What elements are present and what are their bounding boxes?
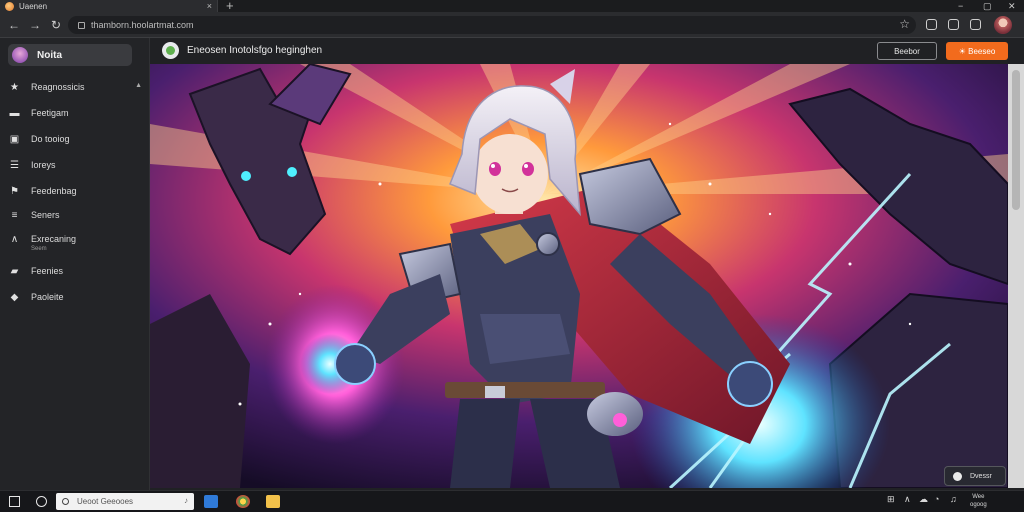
sidebar-item-1[interactable]: ★ Reagnossicis ▲ — [0, 76, 150, 98]
tab-close-icon[interactable]: × — [207, 0, 212, 12]
list-icon: ☰ — [10, 159, 19, 171]
scroll-thumb[interactable] — [1012, 70, 1020, 210]
close-window-button[interactable]: ✕ — [1008, 0, 1016, 12]
sidebar-item-label: Ioreys — [31, 160, 56, 170]
hero-illustration — [150, 64, 1008, 488]
sidebar-item-label: Reagnossicis — [31, 82, 85, 92]
site-logo-icon[interactable] — [162, 42, 179, 59]
sidebar-item-label: Paoleite — [31, 292, 64, 302]
url-field[interactable]: thamborn.hoolartmat.com ☆ — [68, 16, 916, 34]
sidebar-header[interactable]: Noita — [8, 44, 132, 66]
sidebar-item-9[interactable]: ◆ Paoleite — [0, 286, 150, 308]
sidebar-item-label: Seners — [31, 210, 60, 220]
search-icon — [62, 498, 69, 505]
start-button[interactable] — [9, 496, 20, 507]
folder-icon: ▬ — [9, 107, 20, 119]
task-view-icon[interactable] — [36, 496, 47, 507]
sidebar-item-8[interactable]: ▰ Feenies — [0, 260, 150, 282]
puzzle-icon[interactable] — [970, 19, 981, 30]
cast-icon[interactable] — [948, 19, 959, 30]
minimize-button[interactable]: − — [958, 0, 963, 12]
tray-chevron-icon[interactable]: ∧ — [904, 494, 911, 505]
sidebar-item-label: Do tooiog — [31, 134, 70, 144]
profile-avatar[interactable] — [994, 16, 1012, 34]
tab-favicon-icon — [5, 1, 14, 11]
page-title: Eneosen Inotolsfgo heginghen — [187, 45, 323, 56]
search-placeholder: Ueoot Geeooes — [77, 497, 134, 506]
sidebar: Noita ★ Reagnossicis ▲ ▬ Feetigam ▣ Do t… — [0, 38, 150, 490]
reload-button[interactable]: ↻ — [48, 17, 64, 33]
sidebar-item-5[interactable]: ⚑ Feedenbag — [0, 180, 150, 202]
sidebar-item-4[interactable]: ☰ Ioreys — [0, 154, 150, 176]
secondary-button[interactable]: Beebor — [877, 42, 937, 60]
chevron-up-icon: ∧ — [10, 233, 19, 245]
taskbar-folder-icon[interactable] — [266, 495, 280, 508]
extension-icon[interactable] — [926, 19, 937, 30]
sidebar-item-2[interactable]: ▬ Feetigam — [0, 102, 150, 124]
maximize-button[interactable]: ▢ — [983, 0, 992, 12]
sidebar-item-sublabel: Seem — [31, 246, 47, 252]
taskbar-browser-icon[interactable] — [236, 495, 250, 508]
url-text: thamborn.hoolartmat.com — [91, 20, 194, 30]
sidebar-avatar — [12, 47, 28, 63]
microphone-icon[interactable]: ♪ — [184, 496, 188, 505]
tray-wifi-icon[interactable]: ◔ — [934, 494, 939, 504]
clock-time: Wee — [972, 494, 985, 500]
sidebar-item-label: Feetigam — [31, 108, 69, 118]
tab-title: Uaenen — [19, 1, 48, 11]
forward-button[interactable]: → — [27, 17, 43, 33]
sidebar-item-7[interactable]: ∧ Exrecaning Seem — [0, 228, 150, 253]
page-header: Eneosen Inotolsfgo heginghen Beebor ☀ Be… — [150, 38, 1024, 64]
badge-icon — [953, 471, 962, 481]
card-icon: ▣ — [9, 133, 20, 145]
address-bar: ← → ↻ thamborn.hoolartmat.com ☆ — [0, 12, 1024, 38]
tray-clock[interactable]: Wee ogoog — [970, 493, 987, 509]
taskbar-search-input[interactable]: Ueoot Geeooes ♪ — [56, 493, 194, 510]
bookmark-star-icon[interactable]: ☆ — [899, 17, 910, 31]
clock-date: ogoog — [970, 502, 987, 508]
badge-label: Dvessr — [970, 472, 992, 480]
lock-icon — [78, 21, 85, 29]
taskbar-app-store-icon[interactable] — [204, 495, 218, 508]
lines-icon: ≡ — [11, 209, 18, 221]
bookmark-icon: ▰ — [10, 265, 19, 277]
flag-icon: ⚑ — [10, 185, 19, 197]
sidebar-item-3[interactable]: ▣ Do tooiog — [0, 128, 150, 150]
hero-artwork — [150, 64, 1008, 488]
tab-strip: Uaenen × + − ▢ ✕ — [0, 0, 1024, 13]
caret-up-icon[interactable]: ▲ — [135, 82, 142, 89]
sidebar-item-label: Feenies — [31, 266, 64, 276]
sidebar-item-label: Feedenbag — [31, 186, 77, 196]
sidebar-item-6[interactable]: ≡ Seners — [0, 204, 150, 226]
tray-cloud-icon[interactable]: ☁ — [919, 494, 928, 505]
sidebar-title: Noita — [37, 49, 62, 61]
back-button[interactable]: ← — [6, 17, 22, 33]
gem-icon: ◆ — [10, 291, 19, 303]
taskbar: Ueoot Geeooes ♪ ⊞ ∧ ☁ ◔ ♫ Wee ogoog — [0, 490, 1024, 512]
primary-button[interactable]: ☀ Beeseo — [946, 42, 1008, 60]
vertical-scrollbar[interactable] — [1008, 64, 1024, 488]
tray-network-icon[interactable]: ⊞ — [887, 494, 895, 505]
floating-badge-button[interactable]: Dvessr — [944, 466, 1006, 486]
tray-volume-icon[interactable]: ♫ — [950, 494, 957, 504]
sidebar-item-label: Exrecaning — [31, 234, 77, 244]
pin-icon: ★ — [10, 81, 19, 93]
browser-tab[interactable]: Uaenen × — [0, 0, 218, 12]
